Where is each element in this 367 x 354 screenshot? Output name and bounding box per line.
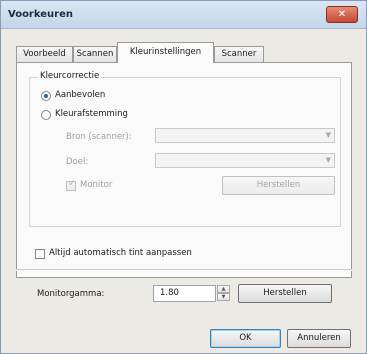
check-icon: ✓: [68, 179, 76, 189]
chevron-down-icon: ▼: [325, 131, 331, 139]
auto-tint-label: Altijd automatisch tint aanpassen: [49, 248, 192, 258]
divider: [16, 269, 352, 271]
radio-color-matching-label: Kleurafstemming: [55, 109, 128, 119]
radio-recommended[interactable]: [41, 91, 51, 101]
group-legend: Kleurcorrectie: [38, 71, 102, 81]
source-select[interactable]: ▼: [155, 128, 335, 143]
stepper-down-icon[interactable]: ▼: [217, 293, 230, 301]
monitor-label: Monitor: [80, 180, 113, 190]
tab-scannen[interactable]: Scannen: [73, 46, 117, 62]
tab-kleurinstellingen[interactable]: Kleurinstellingen: [117, 42, 214, 63]
source-label: Bron (scanner):: [66, 132, 132, 142]
target-label: Doel:: [66, 157, 89, 167]
tab-scanner[interactable]: Scanner: [214, 46, 264, 62]
gamma-input[interactable]: 1.80: [153, 285, 216, 302]
tab-voorbeeld[interactable]: Voorbeeld: [16, 46, 73, 62]
target-select[interactable]: ▼: [155, 153, 335, 168]
window-title: Voorkeuren: [8, 9, 73, 20]
reset-color-button[interactable]: Herstellen: [222, 176, 335, 195]
stepper-up-icon[interactable]: ▲: [217, 285, 230, 293]
tab-panel-kleurinstellingen: Kleurcorrectie Aanbevolen Kleurafstemmin…: [16, 62, 352, 278]
radio-recommended-label: Aanbevolen: [55, 90, 106, 100]
cancel-button[interactable]: Annuleren: [287, 329, 351, 348]
reset-gamma-button[interactable]: Herstellen: [238, 284, 332, 303]
close-icon: ✕: [337, 9, 347, 20]
preferences-dialog: Voorkeuren ✕ Voorbeeld Scannen Kleurinst…: [0, 0, 367, 354]
radio-color-matching[interactable]: [41, 110, 51, 120]
auto-tint-checkbox[interactable]: [35, 249, 45, 259]
close-button[interactable]: ✕: [326, 6, 358, 23]
monitor-gamma-label: Monitorgamma:: [37, 289, 105, 299]
chevron-down-icon: ▼: [325, 156, 331, 164]
color-correction-group: Kleurcorrectie Aanbevolen Kleurafstemmin…: [29, 71, 341, 227]
title-bar: Voorkeuren ✕: [1, 1, 366, 29]
ok-button[interactable]: OK: [210, 329, 281, 348]
gamma-stepper[interactable]: ▲ ▼: [217, 285, 230, 302]
monitor-checkbox[interactable]: ✓: [66, 179, 76, 191]
